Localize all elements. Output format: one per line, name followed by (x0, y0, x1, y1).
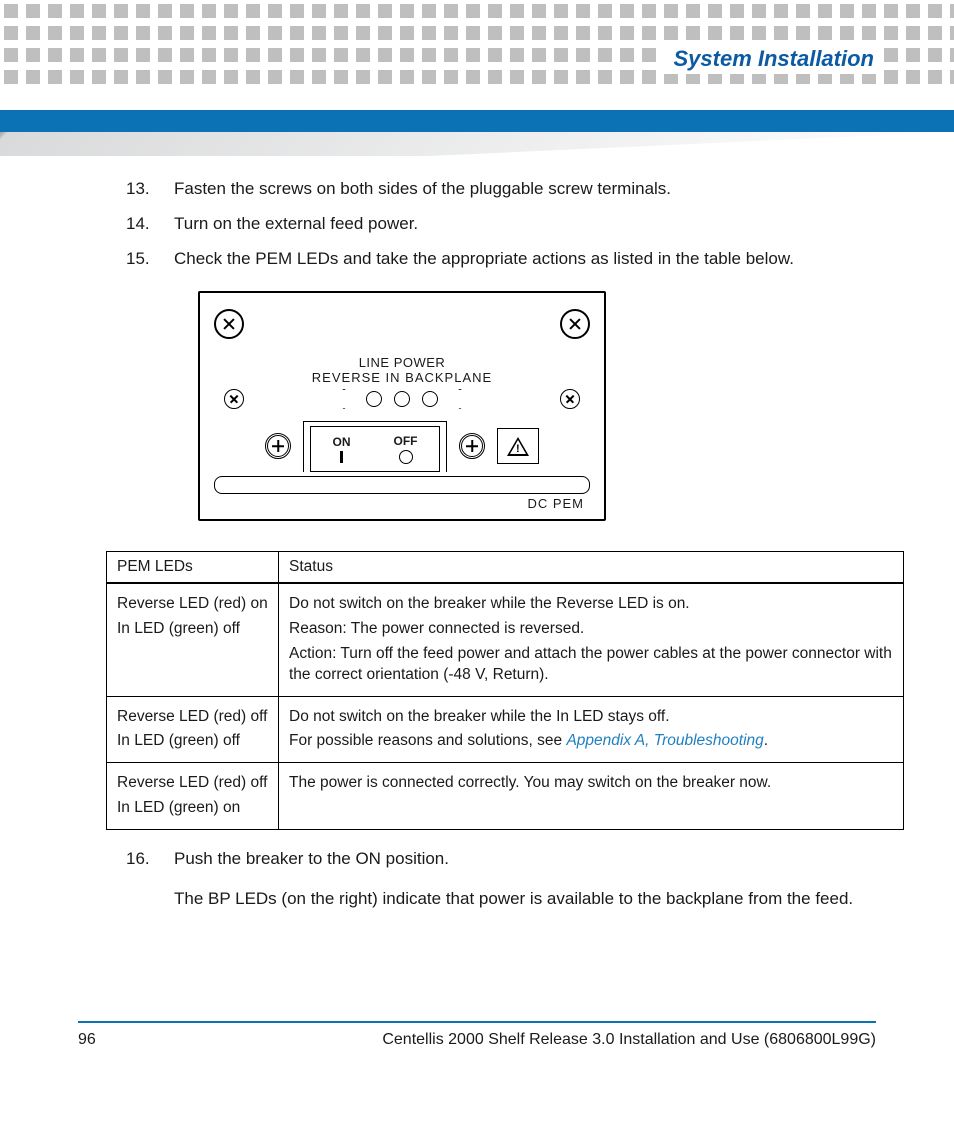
led-state: Reverse LED (red) on (117, 594, 268, 615)
page-footer: 96 Centellis 2000 Shelf Release 3.0 Inst… (78, 1021, 876, 1079)
status-text: For possible reasons and solutions, see … (289, 731, 893, 752)
step-number: 14. (150, 213, 174, 236)
breaker-switch: ON OFF (303, 421, 447, 472)
header-rule (0, 110, 954, 132)
step-13: 13.Fasten the screws on both sides of th… (174, 178, 876, 201)
status-text: The power is connected correctly. You ma… (289, 773, 893, 794)
step-16: 16.Push the breaker to the ON position. (174, 848, 876, 871)
table-header-status: Status (279, 551, 904, 583)
header-shadow (0, 132, 954, 156)
led-state: Reverse LED (red) off (117, 773, 268, 794)
led-state: In LED (green) on (117, 798, 268, 819)
screw-icon (560, 309, 590, 339)
led-state: In LED (green) off (117, 731, 268, 752)
screw-icon (224, 389, 244, 409)
led-state: In LED (green) off (117, 619, 268, 640)
led-row (334, 389, 470, 409)
page-number: 96 (78, 1031, 96, 1049)
screw-icon (214, 309, 244, 339)
status-text: Reason: The power connected is reversed. (289, 619, 893, 640)
led-icon (366, 391, 382, 407)
pem-led-table: PEM LEDs Status Reverse LED (red) on In … (106, 551, 904, 830)
step-text: Turn on the external feed power. (174, 214, 418, 233)
led-icon (394, 391, 410, 407)
table-row: Reverse LED (red) on In LED (green) off … (107, 583, 904, 696)
step-number: 15. (150, 248, 174, 271)
status-text: Do not switch on the breaker while the I… (289, 707, 893, 728)
switch-off-label: OFF (394, 434, 418, 448)
switch-on-label: ON (333, 435, 351, 449)
diagram-label-sub: REVERSE IN BACKPLANE (214, 370, 590, 385)
screw-plus-icon (459, 433, 485, 459)
page-header: System Installation (0, 0, 954, 160)
step-text: Fasten the screws on both sides of the p… (174, 179, 671, 198)
table-row: Reverse LED (red) off In LED (green) on … (107, 763, 904, 830)
page-content: 13.Fasten the screws on both sides of th… (78, 178, 876, 911)
status-text: Do not switch on the breaker while the R… (289, 594, 893, 615)
step-number: 16. (150, 848, 174, 871)
diagram-label-line-power: LINE POWER (214, 355, 590, 370)
led-icon (422, 391, 438, 407)
step-text: Check the PEM LEDs and take the appropri… (174, 249, 794, 268)
appendix-link[interactable]: Appendix A, Troubleshooting (566, 732, 763, 749)
screw-icon (560, 389, 580, 409)
step-15: 15.Check the PEM LEDs and take the appro… (174, 248, 876, 271)
pem-diagram: LINE POWER REVERSE IN BACKPLANE (198, 291, 606, 521)
hex-icon (450, 389, 470, 409)
warning-icon: ! (497, 428, 539, 464)
hex-icon (334, 389, 354, 409)
table-header-leds: PEM LEDs (107, 551, 279, 583)
step-text: Push the breaker to the ON position. (174, 849, 449, 868)
step-16-detail: The BP LEDs (on the right) indicate that… (174, 888, 876, 911)
chapter-title: System Installation (659, 44, 884, 74)
status-text: Action: Turn off the feed power and atta… (289, 644, 893, 686)
step-number: 13. (150, 178, 174, 201)
diagram-label-dcpem: DC PEM (214, 496, 590, 511)
table-row: Reverse LED (red) off In LED (green) off… (107, 696, 904, 763)
led-state: Reverse LED (red) off (117, 707, 268, 728)
screw-plus-icon (265, 433, 291, 459)
doc-title: Centellis 2000 Shelf Release 3.0 Install… (382, 1031, 876, 1049)
step-14: 14.Turn on the external feed power. (174, 213, 876, 236)
base-plate (214, 476, 590, 494)
